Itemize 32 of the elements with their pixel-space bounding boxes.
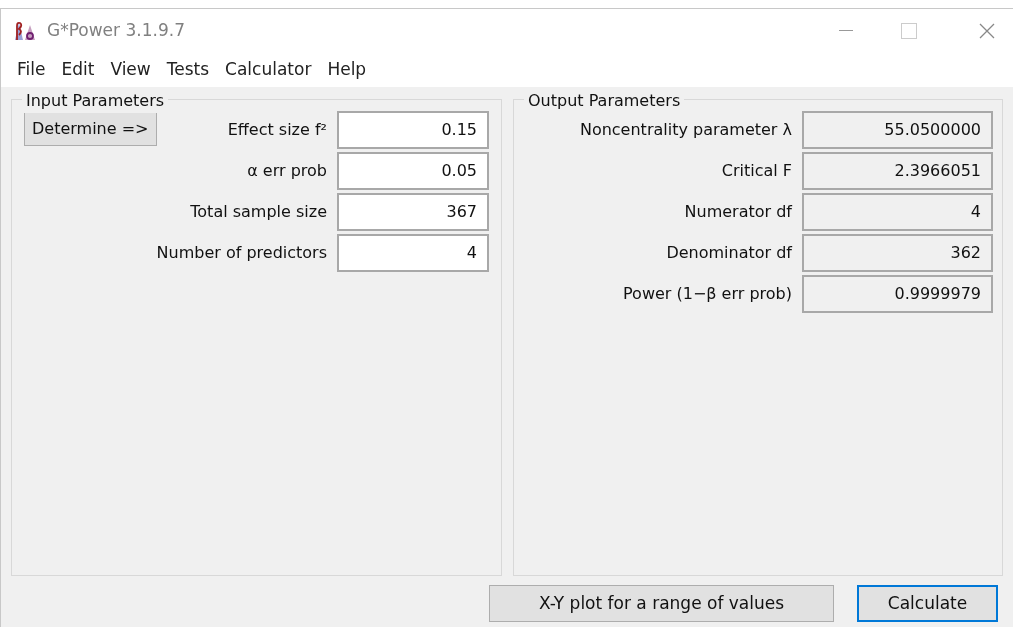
minimize-icon[interactable] — [839, 30, 853, 32]
determine-button[interactable]: Determine => — [24, 112, 157, 146]
output-field: 55.0500000 — [802, 111, 993, 149]
output-field: 2.3966051 — [802, 152, 993, 190]
field-label: Total sample size — [190, 201, 327, 223]
output-field: 4 — [802, 193, 993, 231]
input-field[interactable]: 367 — [337, 193, 489, 231]
menu-item[interactable]: Edit — [53, 57, 103, 83]
output-field: 362 — [802, 234, 993, 272]
menu-item[interactable]: View — [102, 57, 159, 83]
field-label: Noncentrality parameter λ — [579, 119, 792, 141]
field-label: Number of predictors — [156, 242, 327, 264]
output-field: 0.9999979 — [802, 275, 993, 313]
app-logo-icon — [13, 20, 37, 42]
calculate-button[interactable]: Calculate — [857, 585, 998, 622]
field-label: Critical F — [721, 160, 792, 182]
field-label: Denominator df — [666, 242, 792, 264]
input-field[interactable]: 0.05 — [337, 152, 489, 190]
field-label: Effect size f² — [227, 119, 327, 141]
window-title: G*Power 3.1.9.7 — [47, 19, 185, 43]
close-icon[interactable] — [979, 23, 995, 39]
menu-item[interactable]: Calculator — [217, 57, 320, 83]
plot-button[interactable]: X-Y plot for a range of values — [489, 585, 834, 622]
field-label: Numerator df — [684, 201, 792, 223]
input-field[interactable]: 0.15 — [337, 111, 489, 149]
menu-item[interactable]: Help — [319, 57, 375, 83]
menu-item[interactable]: File — [9, 57, 54, 83]
field-label: Power (1−β err prob) — [623, 283, 792, 305]
maximize-icon[interactable] — [901, 23, 917, 39]
menu-item[interactable]: Tests — [158, 57, 218, 83]
field-label: α err prob — [247, 160, 327, 182]
input-field[interactable]: 4 — [337, 234, 489, 272]
